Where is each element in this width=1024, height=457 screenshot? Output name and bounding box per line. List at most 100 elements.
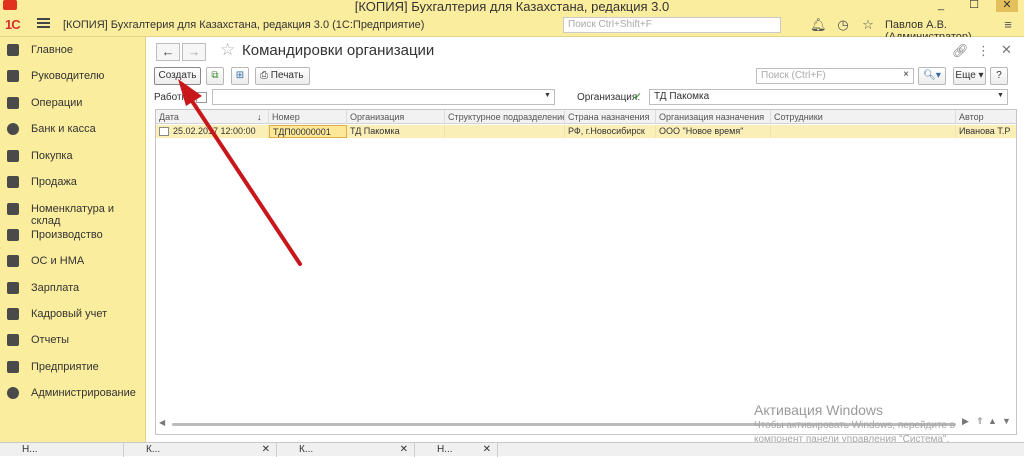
scroll-right-icon[interactable]: ▶ [962, 416, 969, 427]
organization-filter-label: Организация: [577, 92, 641, 103]
main-menu-icon[interactable]: ≡ [1000, 17, 1016, 33]
chart-line-icon [7, 70, 19, 82]
sidebar-item-label: Покупка [31, 150, 73, 162]
more-button[interactable]: Еще ▾ [953, 67, 986, 85]
back-arrow-icon[interactable]: ← [156, 43, 180, 61]
sidebar-item-bank[interactable]: Банк и касса [0, 119, 146, 139]
more-label: Еще [955, 70, 976, 81]
report-icon [7, 334, 19, 346]
sections-sidebar: Главное Руководителю Операции Банк и кас… [0, 37, 146, 442]
organization-filter-field[interactable]: ТД Пакомка [649, 89, 1008, 105]
column-header-number[interactable]: Номер [269, 110, 347, 124]
tab-label: Н... [22, 444, 38, 455]
document-icon [159, 127, 169, 136]
sidebar-item-main[interactable]: Главное [0, 40, 146, 60]
table-row[interactable]: 25.02.2017 12:00:00 ТДП00000001 ТД Паком… [156, 125, 1016, 138]
organization-checkbox-checked-icon[interactable]: ✓ [633, 90, 642, 103]
warehouse-icon [7, 203, 19, 215]
forward-arrow-icon[interactable]: → [182, 43, 206, 61]
column-header-country[interactable]: Страна назначения [565, 110, 656, 124]
coin-icon [7, 123, 19, 135]
link-icon[interactable]: 🔗︎ [952, 43, 969, 59]
sidebar-item-admin[interactable]: Администрирование [0, 383, 146, 403]
worker-filter-field[interactable] [212, 89, 555, 105]
sidebar-item-reports[interactable]: Отчеты [0, 330, 146, 350]
sidebar-item-label: Производство [31, 229, 103, 241]
open-window-tab[interactable]: К... ✕ [124, 443, 277, 457]
1c-logo[interactable]: 1С [5, 17, 21, 32]
chevron-down-icon[interactable]: ▼ [544, 92, 551, 99]
clear-search-icon[interactable]: × [899, 68, 913, 84]
sidebar-item-production[interactable]: Производство [0, 225, 146, 245]
global-search-placeholder: Поиск Ctrl+Shift+F [568, 19, 652, 30]
sort-arrow-icon: ↓ [257, 112, 262, 122]
truck-icon [7, 255, 19, 267]
sidebar-item-hr[interactable]: Кадровый учет [0, 304, 146, 324]
sidebar-item-purchase[interactable]: Покупка [0, 146, 146, 166]
close-button[interactable]: ✕ [996, 0, 1018, 12]
column-header-destination-org[interactable]: Организация назначения [656, 110, 771, 124]
hamburger-menu-icon[interactable] [37, 18, 50, 29]
more-vertical-icon[interactable]: ⋮ [977, 43, 990, 59]
print-button[interactable]: ⎙ Печать ▼ [255, 67, 310, 96]
column-header-department[interactable]: Структурное подразделение [445, 110, 565, 124]
cell-department [445, 125, 565, 138]
bag-icon [7, 176, 19, 188]
minimize-button[interactable]: _ [930, 0, 952, 12]
scroll-down-icon[interactable]: ▼ [1002, 416, 1011, 426]
sidebar-item-label: Руководителю [31, 70, 105, 82]
search-icon[interactable]: 🔍︎▾ [918, 67, 946, 85]
open-window-tab[interactable]: Н... ✕ [415, 443, 498, 457]
chevron-down-icon[interactable]: ▼ [997, 92, 1004, 99]
sidebar-item-label: Отчеты [31, 334, 70, 346]
sidebar-item-operations[interactable]: Операции [0, 93, 146, 113]
sidebar-item-manager[interactable]: Руководителю [0, 66, 146, 86]
help-button[interactable]: ? [990, 67, 1008, 85]
scroll-up-icon[interactable]: ▲ [988, 416, 997, 426]
tab-label: К... [146, 444, 161, 455]
open-window-tab[interactable]: Н... [0, 443, 124, 457]
star-icon[interactable]: ☆ [860, 17, 876, 33]
bell-icon[interactable]: 🔔︎ [810, 17, 827, 33]
column-header-organization[interactable]: Организация [347, 110, 445, 124]
history-icon[interactable]: ◷ [835, 17, 851, 33]
operations-icon [7, 97, 19, 109]
scroll-left-icon[interactable]: ◀ [159, 418, 165, 427]
cell-country: РФ, г.Новосибирск [565, 125, 656, 138]
open-window-tab[interactable]: К... ✕ [277, 443, 415, 457]
app-title: [КОПИЯ] Бухгалтерия для Казахстана, реда… [63, 19, 425, 31]
window-titlebar: [КОПИЯ] Бухгалтерия для Казахстана, реда… [0, 0, 1024, 14]
copy-icon[interactable]: ⧉ [206, 67, 224, 85]
sidebar-item-sales[interactable]: Продажа [0, 172, 146, 192]
favorite-star-icon[interactable]: ☆ [220, 40, 235, 60]
cart-icon [7, 150, 19, 162]
document-list-form: ← → ☆ Командировки организации 🔗︎ ⋮ ✕ Со… [147, 37, 1024, 442]
close-icon[interactable]: ✕ [262, 443, 270, 457]
close-icon[interactable]: ✕ [400, 443, 408, 457]
maximize-button[interactable]: ☐ [963, 0, 985, 12]
sidebar-item-warehouse[interactable]: Номенклатура и склад [0, 199, 146, 227]
column-header-author[interactable]: Автор [956, 110, 1016, 124]
close-form-icon[interactable]: ✕ [1001, 42, 1012, 58]
cell-date: 25.02.2017 12:00:00 [170, 125, 269, 138]
column-header-employees[interactable]: Сотрудники [771, 110, 956, 124]
create-button[interactable]: Создать [154, 67, 201, 85]
sidebar-item-enterprise[interactable]: Предприятие [0, 357, 146, 377]
sidebar-item-salary[interactable]: Зарплата [0, 278, 146, 298]
page-title: Командировки организации [242, 42, 435, 59]
global-search-input[interactable]: Поиск Ctrl+Shift+F [563, 17, 781, 33]
cell-number: ТДП00000001 [269, 125, 347, 138]
top-toolbar: 1С [КОПИЯ] Бухгалтерия для Казахстана, р… [0, 13, 1024, 43]
sidebar-item-fixed-assets[interactable]: ОС и НМА [0, 251, 146, 271]
sidebar-item-label: ОС и НМА [31, 255, 85, 267]
list-search-input[interactable]: Поиск (Ctrl+F) [756, 68, 914, 84]
sidebar-item-label: Номенклатура и склад [31, 203, 115, 227]
scroll-top-icon[interactable]: ⇑ [976, 416, 984, 427]
column-header-date[interactable]: Дата [156, 110, 269, 124]
close-icon[interactable]: ✕ [483, 443, 491, 457]
structure-icon[interactable]: ⊞ [231, 67, 249, 85]
printer-icon: ⎙ [260, 70, 268, 81]
worker-filter-label: Работник: [154, 92, 200, 103]
worker-filter-checkbox[interactable] [196, 92, 207, 103]
tab-label: Н... [437, 444, 453, 455]
